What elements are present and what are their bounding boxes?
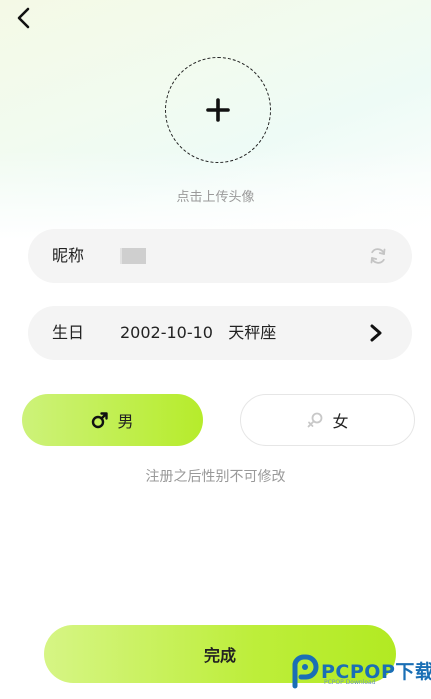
avatar-upload[interactable]	[165, 57, 271, 163]
birthday-value: 2002-10-10 天秤座	[120, 306, 276, 360]
watermark-sub: PCPOP Download	[324, 679, 376, 686]
chevron-right-icon[interactable]	[366, 323, 386, 343]
nickname-label: 昵称	[52, 246, 85, 265]
avatar-hint: 点击上传头像	[176, 190, 255, 205]
birthday-label: 生日	[52, 323, 85, 342]
gender-male-button[interactable]: 男	[22, 394, 203, 446]
birthday-date: 2002-10-10	[120, 323, 213, 342]
nickname-value-blurred	[120, 248, 146, 264]
refresh-icon[interactable]	[368, 246, 388, 266]
plus-icon	[206, 98, 230, 122]
nickname-field[interactable]: 昵称	[28, 229, 412, 283]
male-icon	[92, 412, 109, 429]
gender-female-label: 女	[332, 412, 349, 431]
pcpop-logo-icon	[292, 654, 319, 689]
chevron-left-icon	[17, 7, 30, 29]
gender-male-label: 男	[117, 412, 134, 431]
back-button[interactable]	[10, 5, 38, 31]
female-icon	[308, 412, 323, 428]
gender-note: 注册之后性别不可修改	[145, 469, 286, 485]
gender-female-button[interactable]: 女	[240, 394, 415, 446]
watermark-logo: PCPOP下载 PCPOP Download	[291, 652, 431, 692]
zodiac-sign: 天秤座	[228, 323, 277, 342]
birthday-field[interactable]: 生日 2002-10-10 天秤座	[28, 306, 412, 360]
